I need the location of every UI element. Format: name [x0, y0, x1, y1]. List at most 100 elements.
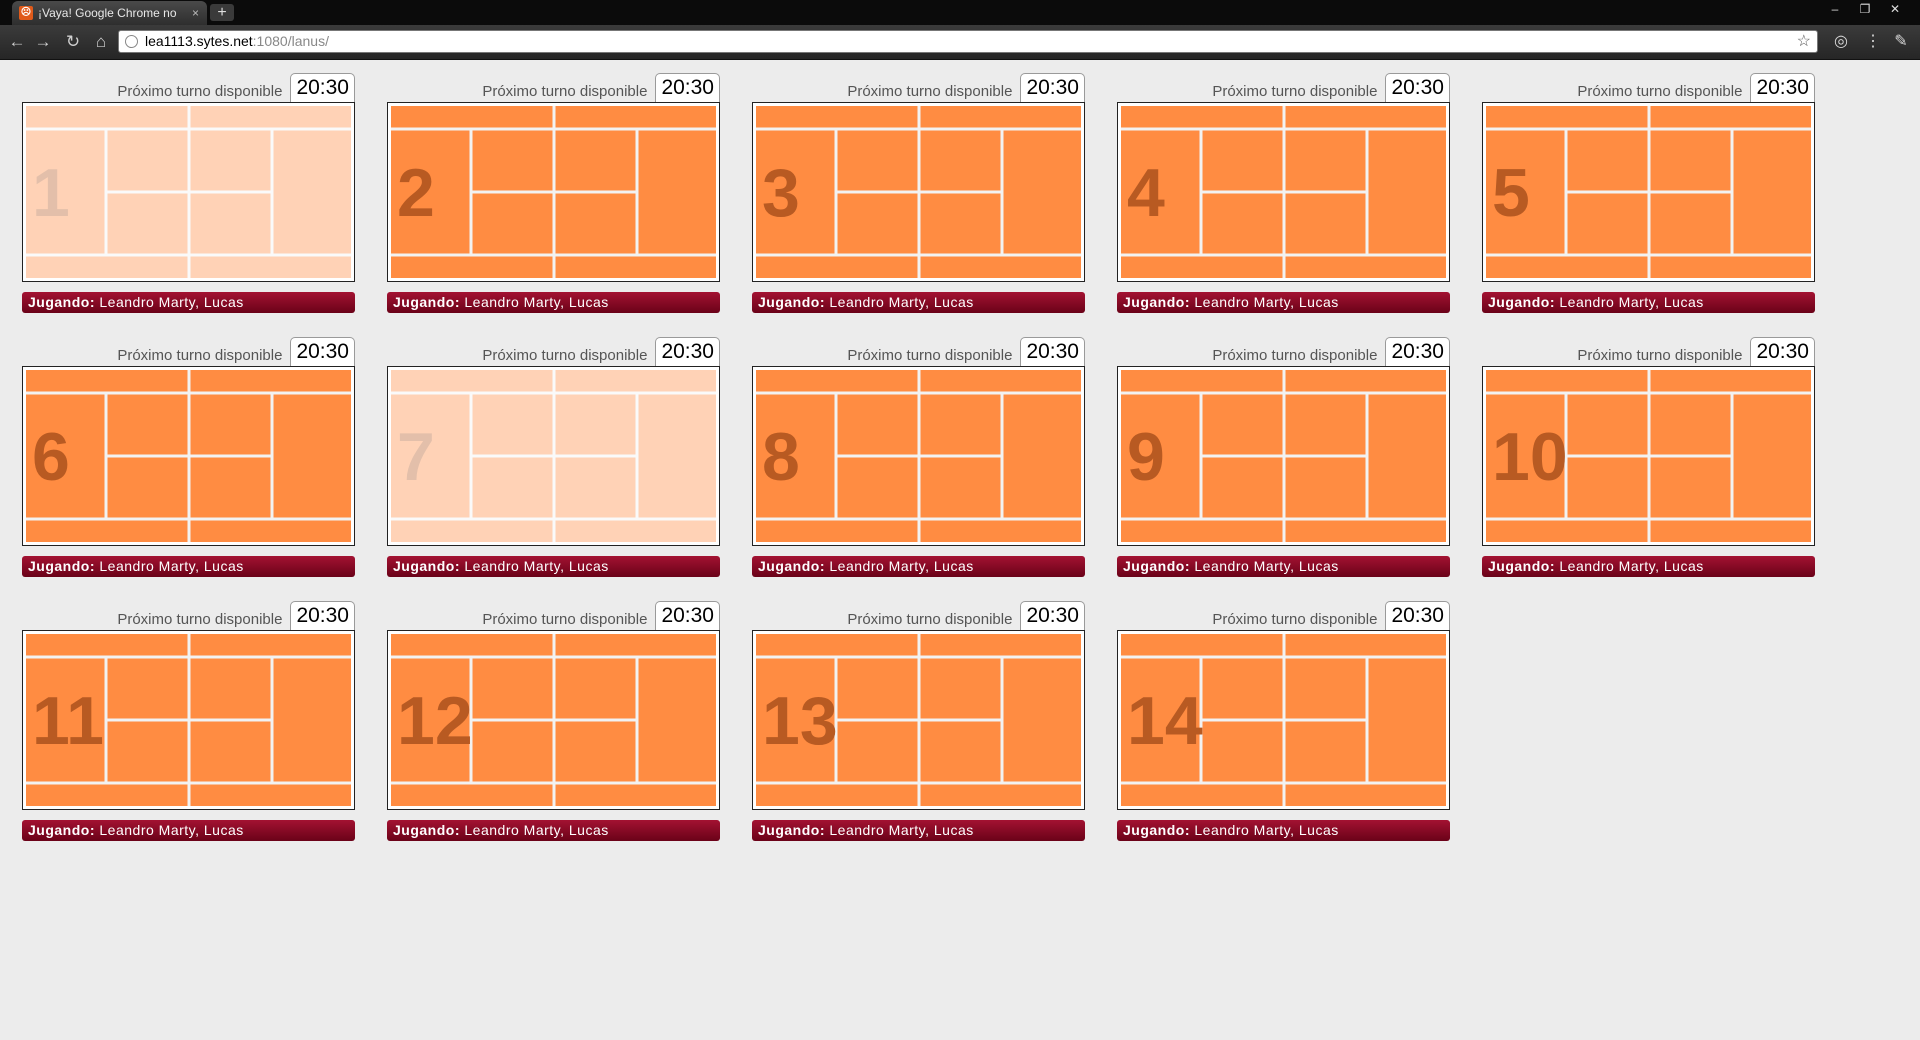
court-card-3[interactable]: Próximo turno disponible 20:30 3 Jugando… [752, 72, 1085, 318]
playing-names: Leandro Marty, Lucas [1559, 294, 1704, 310]
playing-names: Leandro Marty, Lucas [464, 822, 609, 838]
court-card-11[interactable]: Próximo turno disponible 20:30 11 Jugand… [22, 600, 355, 846]
court-svg: 8 [756, 370, 1081, 542]
playing-names: Leandro Marty, Lucas [99, 822, 244, 838]
playing-bar: Jugando: Leandro Marty, Lucas [22, 556, 355, 577]
playing-names: Leandro Marty, Lucas [1194, 294, 1339, 310]
court-diagram[interactable]: 8 [752, 366, 1085, 546]
home-icon[interactable]: ⌂ [90, 31, 112, 53]
next-slot-label: Próximo turno disponible [1212, 611, 1378, 628]
forward-arrow-icon[interactable]: → [32, 31, 54, 53]
next-slot-label: Próximo turno disponible [1212, 83, 1378, 100]
next-slot-label: Próximo turno disponible [482, 347, 648, 364]
court-number: 1 [32, 155, 70, 231]
page-menu-icon[interactable]: ⋮ [1862, 31, 1884, 53]
court-number: 6 [32, 419, 70, 495]
court-diagram[interactable]: 12 [387, 630, 720, 810]
court-diagram[interactable]: 10 [1482, 366, 1815, 546]
court-diagram[interactable]: 6 [22, 366, 355, 546]
court-svg: 7 [391, 370, 716, 542]
court-diagram[interactable]: 3 [752, 102, 1085, 282]
court-header: Próximo turno disponible 20:30 [847, 600, 1085, 630]
court-header: Próximo turno disponible 20:30 [1212, 336, 1450, 366]
court-number: 11 [32, 683, 104, 759]
court-diagram[interactable]: 9 [1117, 366, 1450, 546]
reload-icon[interactable]: ↻ [62, 31, 84, 53]
court-diagram[interactable]: 4 [1117, 102, 1450, 282]
next-slot-label: Próximo turno disponible [847, 83, 1013, 100]
court-diagram[interactable]: 7 [387, 366, 720, 546]
court-card-5[interactable]: Próximo turno disponible 20:30 5 Jugando… [1482, 72, 1815, 318]
next-slot-time: 20:30 [290, 601, 355, 630]
court-diagram[interactable]: 2 [387, 102, 720, 282]
playing-bar: Jugando: Leandro Marty, Lucas [1482, 292, 1815, 313]
court-diagram[interactable]: 13 [752, 630, 1085, 810]
playing-bar: Jugando: Leandro Marty, Lucas [387, 292, 720, 313]
court-svg: 1 [26, 106, 351, 278]
playing-names: Leandro Marty, Lucas [1559, 558, 1704, 574]
url-text: lea1113.sytes.net:1080/lanus/ [145, 31, 329, 52]
playing-names: Leandro Marty, Lucas [829, 822, 974, 838]
browser-tab[interactable]: ☹ ¡Vaya! Google Chrome no h × [12, 1, 207, 25]
minimize-button[interactable]: – [1820, 0, 1850, 20]
playing-label: Jugando: [1488, 558, 1555, 574]
extension-icon[interactable]: ◎ [1830, 31, 1852, 53]
playing-bar: Jugando: Leandro Marty, Lucas [387, 556, 720, 577]
next-slot-label: Próximo turno disponible [1577, 347, 1743, 364]
playing-names: Leandro Marty, Lucas [1194, 822, 1339, 838]
court-number: 12 [397, 683, 473, 759]
new-tab-button[interactable]: + [210, 4, 234, 21]
close-window-button[interactable]: ✕ [1880, 0, 1910, 20]
window-controls: – ❐ ✕ [1820, 0, 1910, 20]
court-card-7[interactable]: Próximo turno disponible 20:30 7 Jugando… [387, 336, 720, 582]
court-number: 10 [1492, 419, 1568, 495]
court-diagram[interactable]: 1 [22, 102, 355, 282]
playing-label: Jugando: [28, 558, 95, 574]
playing-label: Jugando: [1488, 294, 1555, 310]
court-diagram[interactable]: 11 [22, 630, 355, 810]
court-svg: 11 [26, 634, 351, 806]
error-favicon-icon: ☹ [19, 6, 33, 20]
court-card-8[interactable]: Próximo turno disponible 20:30 8 Jugando… [752, 336, 1085, 582]
next-slot-time: 20:30 [1750, 337, 1815, 366]
tab-close-icon[interactable]: × [192, 1, 199, 25]
playing-names: Leandro Marty, Lucas [99, 558, 244, 574]
court-header: Próximo turno disponible 20:30 [847, 72, 1085, 102]
court-header: Próximo turno disponible 20:30 [117, 336, 355, 366]
playing-label: Jugando: [1123, 294, 1190, 310]
playing-names: Leandro Marty, Lucas [1194, 558, 1339, 574]
back-arrow-icon[interactable]: ← [6, 31, 28, 53]
court-number: 4 [1127, 155, 1165, 231]
court-header: Próximo turno disponible 20:30 [117, 600, 355, 630]
next-slot-label: Próximo turno disponible [117, 347, 283, 364]
wrench-icon[interactable]: ✎ [1890, 31, 1912, 53]
court-number: 5 [1492, 155, 1530, 231]
court-card-4[interactable]: Próximo turno disponible 20:30 4 Jugando… [1117, 72, 1450, 318]
court-card-1[interactable]: Próximo turno disponible 20:30 1 Jugando… [22, 72, 355, 318]
court-header: Próximo turno disponible 20:30 [1212, 600, 1450, 630]
court-header: Próximo turno disponible 20:30 [1212, 72, 1450, 102]
bookmark-star-icon[interactable]: ☆ [1797, 31, 1811, 52]
court-diagram[interactable]: 5 [1482, 102, 1815, 282]
court-card-10[interactable]: Próximo turno disponible 20:30 10 Jugand… [1482, 336, 1815, 582]
playing-names: Leandro Marty, Lucas [464, 294, 609, 310]
court-diagram[interactable]: 14 [1117, 630, 1450, 810]
playing-bar: Jugando: Leandro Marty, Lucas [752, 292, 1085, 313]
address-bar[interactable]: lea1113.sytes.net:1080/lanus/ ☆ [118, 30, 1818, 53]
restore-button[interactable]: ❐ [1850, 0, 1880, 20]
court-card-6[interactable]: Próximo turno disponible 20:30 6 Jugando… [22, 336, 355, 582]
court-card-12[interactable]: Próximo turno disponible 20:30 12 Jugand… [387, 600, 720, 846]
court-card-14[interactable]: Próximo turno disponible 20:30 14 Jugand… [1117, 600, 1450, 846]
court-card-13[interactable]: Próximo turno disponible 20:30 13 Jugand… [752, 600, 1085, 846]
court-card-2[interactable]: Próximo turno disponible 20:30 2 Jugando… [387, 72, 720, 318]
court-number: 14 [1127, 683, 1203, 759]
court-number: 8 [762, 419, 800, 495]
playing-bar: Jugando: Leandro Marty, Lucas [22, 820, 355, 841]
next-slot-time: 20:30 [290, 337, 355, 366]
court-svg: 12 [391, 634, 716, 806]
court-header: Próximo turno disponible 20:30 [117, 72, 355, 102]
page-info-icon[interactable] [125, 35, 138, 48]
court-header: Próximo turno disponible 20:30 [1577, 336, 1815, 366]
court-card-9[interactable]: Próximo turno disponible 20:30 9 Jugando… [1117, 336, 1450, 582]
playing-label: Jugando: [758, 558, 825, 574]
